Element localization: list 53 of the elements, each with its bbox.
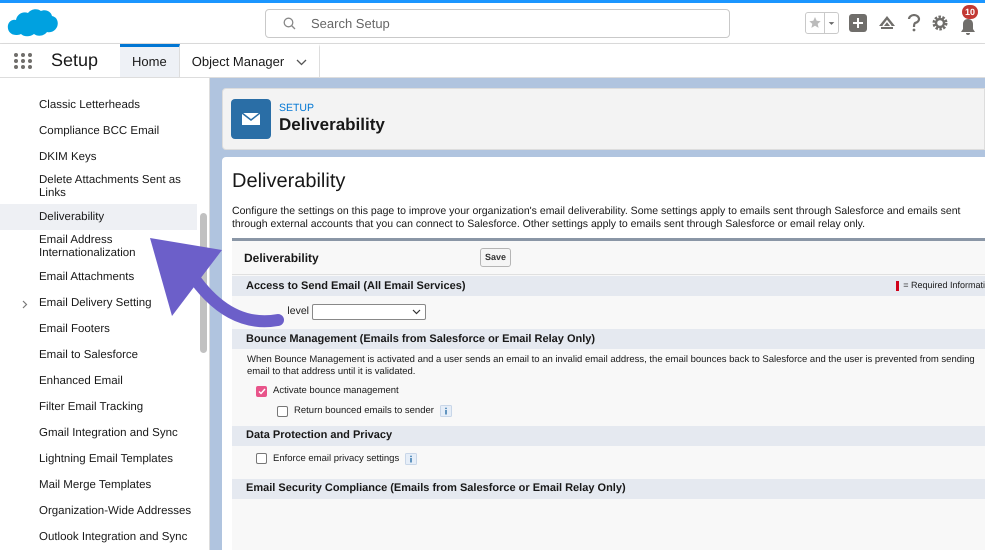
sidebar-item[interactable]: Deliverability: [0, 204, 197, 230]
chevron-down-icon[interactable]: [296, 58, 308, 66]
checkbox-label: Activate bounce management: [273, 384, 399, 398]
app-launcher-icon[interactable]: [13, 52, 33, 70]
nav-tab[interactable]: Object Manager: [180, 44, 320, 77]
bell-icon[interactable]: [959, 18, 977, 36]
required-marker: [896, 281, 900, 291]
nav-tab[interactable]: Home: [120, 44, 180, 77]
sidebar-item[interactable]: Email Attachments: [0, 264, 136, 290]
sidebar-item[interactable]: Organization-Wide Addresses: [0, 498, 194, 524]
checkbox[interactable]: [256, 386, 267, 397]
chevron-right-icon[interactable]: [22, 300, 28, 309]
help-icon[interactable]: [907, 14, 921, 32]
section-title: Access to Send Email (All Email Services): [246, 278, 466, 294]
save-button[interactable]: Save: [480, 248, 512, 268]
search-icon: [283, 16, 296, 30]
sidebar-item[interactable]: Email to Salesforce: [0, 342, 140, 368]
panel-title: Deliverability: [244, 250, 320, 266]
section-title: Email Security Compliance (Emails from Salesforce or Email Relay Only): [246, 481, 626, 496]
checkbox-label: Return bounced emails to sender: [294, 404, 434, 418]
checkbox[interactable]: [277, 406, 288, 417]
section-title: Data Protection and Privacy: [246, 428, 392, 444]
plus-icon[interactable]: [849, 14, 867, 32]
checkbox[interactable]: [256, 453, 267, 464]
sidebar-item[interactable]: Gmail Integration and Sync: [0, 420, 180, 446]
sidebar-item[interactable]: Mail Merge Templates: [0, 472, 154, 498]
info-icon[interactable]: [440, 405, 452, 418]
sidebar-item[interactable]: Lightning Email Templates: [0, 446, 176, 472]
page-eyebrow: SETUP: [279, 102, 316, 114]
sidebar-item[interactable]: Filter Email Tracking: [0, 394, 146, 420]
envelope-icon: [231, 99, 271, 139]
bounce-description: When Bounce Management is activated and a user sends an email to an invalid email address, the email bounces back to Salesforce and the user is prevented from sending email to that address until it is validated.: [247, 354, 976, 378]
sidebar-item[interactable]: Classic Letterheads: [0, 92, 142, 118]
sidebar-item[interactable]: Compliance BCC Email: [0, 118, 162, 144]
settings-icon[interactable]: [931, 14, 949, 32]
sidebar-item[interactable]: Enhanced Email: [0, 368, 125, 394]
info-icon[interactable]: [405, 452, 418, 465]
chevron-down-icon[interactable]: [412, 309, 421, 315]
field-label: level: [286, 304, 309, 320]
section-title: Bounce Management (Emails from Salesforce or Email Relay Only): [246, 332, 596, 347]
page-title: Deliverability: [279, 114, 385, 136]
description: Configure the settings on this page to improve your organization's email deliverability. Some settings apply to emails sent through Salesforce and emails sent through external accounts that you can connect to Salesforce. Other settings apply to emails sent through Salesforce or email relay only.: [232, 205, 962, 231]
sidebar-item[interactable]: DKIM Keys: [0, 144, 99, 170]
notification-badge: 10: [962, 5, 978, 19]
checkbox-label: Enforce email privacy settings: [273, 452, 400, 466]
sidebar-item[interactable]: Outlook Integration and Sync: [0, 524, 190, 550]
sidebar-item[interactable]: Email Delivery Setting: [0, 290, 154, 316]
sidebar-item[interactable]: Delete Attachments Sent as Links: [0, 169, 197, 205]
required-legend: = Required Informati: [903, 279, 985, 293]
content-title: Deliverability: [232, 169, 346, 193]
app-name: Setup: [51, 49, 98, 72]
search-field[interactable]: Search Setup: [265, 8, 730, 38]
sidebar-item[interactable]: Email Footers: [0, 316, 112, 342]
